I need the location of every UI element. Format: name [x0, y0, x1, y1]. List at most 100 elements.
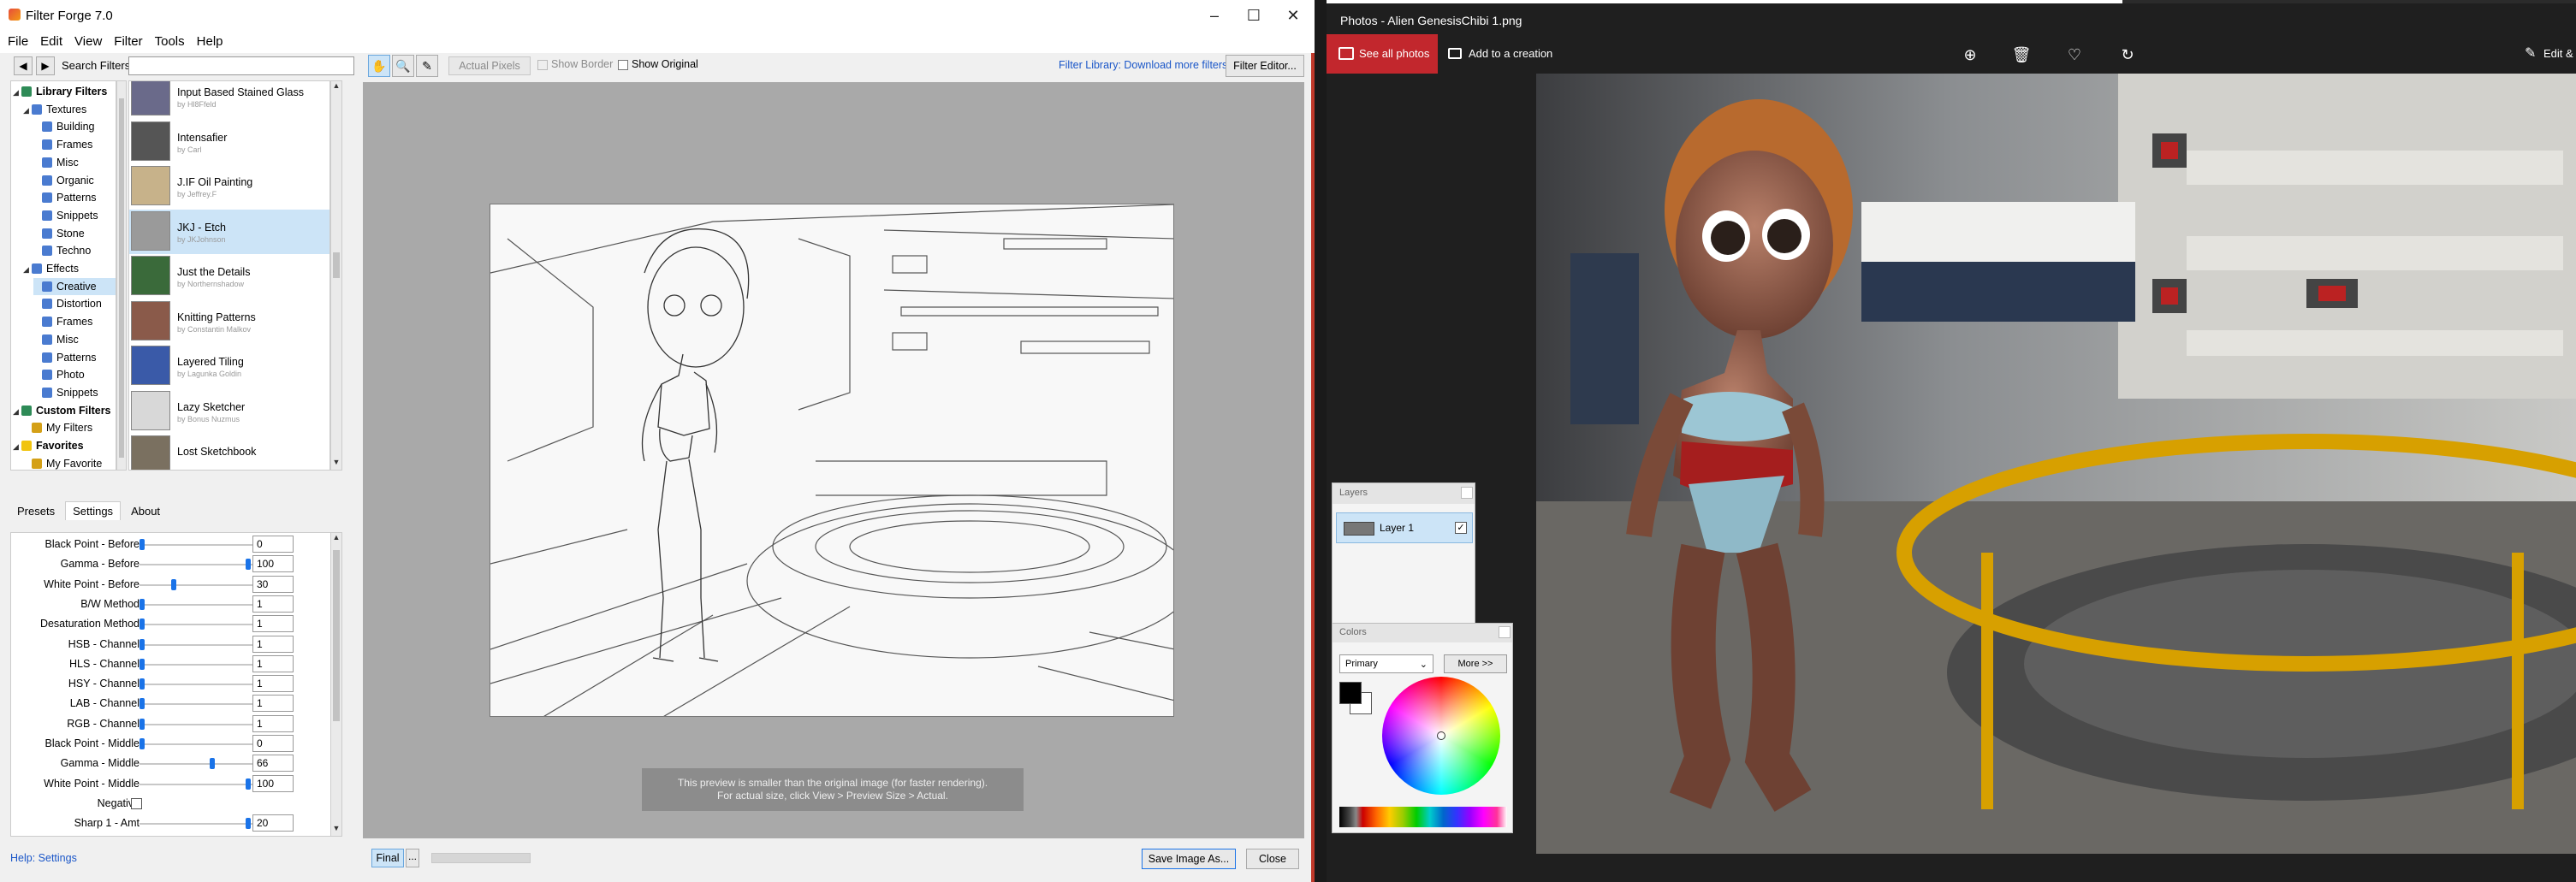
slider-track[interactable]: [139, 603, 256, 606]
slider-knob[interactable]: [246, 818, 251, 830]
slider-knob[interactable]: [139, 718, 145, 730]
slider-knob[interactable]: [171, 578, 177, 590]
expand-icon[interactable]: ◢: [23, 261, 32, 278]
tree-item-distortion[interactable]: Distortion: [33, 295, 116, 312]
slider-track[interactable]: [139, 684, 256, 686]
tree-scrollbar[interactable]: [116, 80, 127, 471]
tab-settings[interactable]: Settings: [65, 501, 122, 520]
expand-icon[interactable]: ◢: [13, 84, 21, 101]
slider-knob[interactable]: [139, 598, 145, 610]
search-input[interactable]: [128, 56, 354, 75]
tree-item-organic[interactable]: Organic: [33, 172, 116, 189]
scroll-down-icon[interactable]: ▼: [331, 824, 341, 836]
layer-row[interactable]: Layer 1 ✓: [1336, 512, 1473, 543]
tree-item-textures[interactable]: ◢ Textures: [23, 101, 116, 118]
filter-item[interactable]: JKJ - Etch by JKJohnson: [129, 209, 329, 254]
setting-value-input[interactable]: [252, 695, 294, 713]
slider-knob[interactable]: [246, 559, 251, 571]
render-options-button[interactable]: ...: [406, 849, 419, 867]
filter-editor-button[interactable]: Filter Editor...: [1226, 55, 1304, 77]
negative-checkbox[interactable]: [131, 797, 142, 809]
slider-track[interactable]: [139, 663, 256, 666]
tree-item-patterns[interactable]: Patterns: [33, 349, 116, 366]
scroll-down-icon[interactable]: ▼: [331, 458, 341, 470]
color-palette-strip[interactable]: [1339, 807, 1507, 827]
scroll-up-icon[interactable]: ▲: [331, 533, 341, 545]
slider-track[interactable]: [139, 763, 256, 766]
filter-list-scrollbar[interactable]: ▲ ▼: [330, 80, 342, 471]
setting-value-input[interactable]: [252, 536, 294, 553]
slider-knob[interactable]: [139, 738, 145, 749]
slider-track[interactable]: [139, 643, 256, 646]
layer-visible-checkbox[interactable]: ✓: [1455, 522, 1467, 534]
menu-tools[interactable]: Tools: [151, 31, 189, 53]
filter-item[interactable]: Layered Tiling by Lagunka Goldin: [129, 344, 329, 388]
setting-value-input[interactable]: [252, 814, 294, 832]
tree-item-misc[interactable]: Misc: [33, 331, 116, 348]
setting-value-input[interactable]: [252, 774, 294, 792]
final-button[interactable]: Final: [371, 849, 404, 867]
slider-knob[interactable]: [246, 778, 251, 790]
setting-value-input[interactable]: [252, 595, 294, 613]
more-colors-button[interactable]: More >>: [1444, 654, 1507, 673]
setting-value-input[interactable]: [252, 735, 294, 752]
settings-scrollbar[interactable]: ▲ ▼: [330, 532, 342, 837]
tree-item-library-filters[interactable]: ◢ Library Filters: [13, 83, 116, 100]
slider-knob[interactable]: [209, 758, 215, 770]
save-image-as-button[interactable]: Save Image As...: [1142, 849, 1236, 869]
photo-view[interactable]: [1536, 74, 2576, 854]
filter-item[interactable]: Lost Sketchbook: [129, 434, 329, 470]
slider-track[interactable]: [139, 703, 256, 706]
show-original-checkbox[interactable]: [618, 60, 628, 70]
setting-value-input[interactable]: [252, 714, 294, 732]
expand-icon[interactable]: ◢: [23, 102, 32, 119]
filter-item[interactable]: J.IF Oil Painting by Jeffrey.F: [129, 164, 329, 209]
setting-value-input[interactable]: [252, 575, 294, 593]
filter-item[interactable]: Just the Details by Northernshadow: [129, 254, 329, 299]
heart-icon[interactable]: ♡: [2064, 44, 2085, 65]
tree-item-snippets[interactable]: Snippets: [33, 384, 116, 401]
tree-item-photo[interactable]: Photo: [33, 366, 116, 383]
help-link[interactable]: Help: Settings: [10, 852, 77, 864]
menu-edit[interactable]: Edit: [36, 31, 67, 53]
tree-item-effects[interactable]: ◢ Effects: [23, 260, 116, 277]
expand-icon[interactable]: ◢: [13, 438, 21, 455]
slider-track[interactable]: [139, 624, 256, 626]
tab-about[interactable]: About: [124, 502, 167, 520]
minimize-button[interactable]: –: [1195, 0, 1234, 31]
expand-icon[interactable]: ◢: [13, 403, 21, 420]
tree-item-frames[interactable]: Frames: [33, 313, 116, 330]
tree-item-building[interactable]: Building: [33, 118, 116, 135]
slider-track[interactable]: [139, 783, 256, 785]
maximize-button[interactable]: ☐: [1234, 0, 1273, 31]
zoom-tool-button[interactable]: 🔍: [392, 55, 414, 77]
layers-close-icon[interactable]: [1461, 487, 1473, 499]
menu-file[interactable]: File: [3, 31, 33, 53]
slider-track[interactable]: [139, 544, 256, 546]
slider-knob[interactable]: [139, 619, 145, 630]
tree-item-my-favorite[interactable]: My Favorite: [23, 455, 116, 470]
color-picker-handle[interactable]: [1437, 731, 1445, 740]
filter-item[interactable]: Knitting Patterns by Constantin Malkov: [129, 299, 329, 344]
back-button[interactable]: ◀: [14, 56, 33, 75]
scroll-up-icon[interactable]: ▲: [331, 81, 341, 93]
tree-item-custom-filters[interactable]: ◢ Custom Filters: [13, 402, 116, 419]
slider-knob[interactable]: [139, 698, 145, 710]
tree-item-frames[interactable]: Frames: [33, 136, 116, 153]
zoom-icon[interactable]: ⊕: [1960, 44, 1980, 65]
tree-item-snippets[interactable]: Snippets: [33, 207, 116, 224]
forward-button[interactable]: ▶: [36, 56, 55, 75]
setting-value-input[interactable]: [252, 615, 294, 633]
slider-track[interactable]: [139, 583, 256, 586]
eyedropper-tool-button[interactable]: ✎: [416, 55, 438, 77]
slider-knob[interactable]: [139, 658, 145, 670]
menu-view[interactable]: View: [70, 31, 106, 53]
setting-value-input[interactable]: [252, 555, 294, 573]
preview-canvas[interactable]: This preview is smaller than the origina…: [363, 82, 1304, 838]
actual-pixels-button[interactable]: Actual Pixels: [448, 56, 531, 75]
color-mode-select[interactable]: Primary ⌄: [1339, 654, 1433, 673]
tree-item-my-filters[interactable]: My Filters: [23, 419, 116, 436]
tree-item-patterns[interactable]: Patterns: [33, 189, 116, 206]
tab-presets[interactable]: Presets: [10, 502, 62, 520]
foreground-color-swatch[interactable]: [1339, 682, 1362, 704]
